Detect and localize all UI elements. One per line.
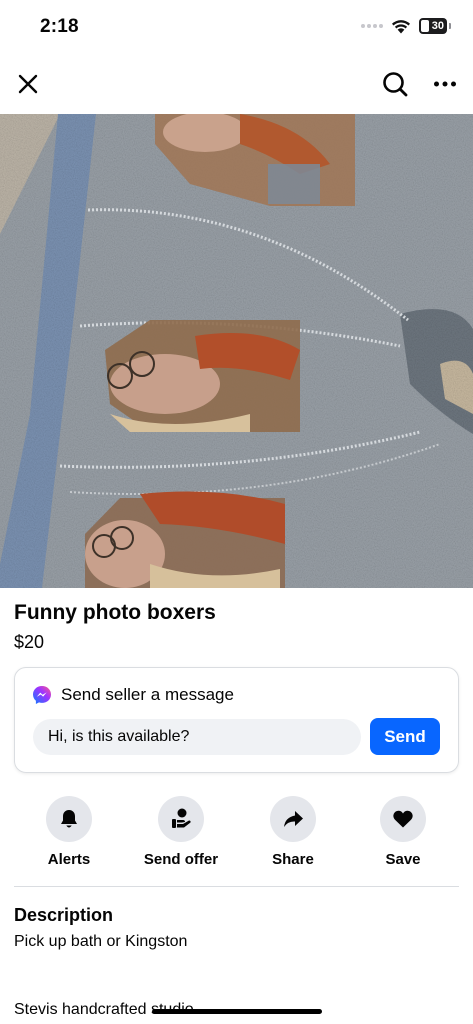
save-button[interactable]: Save [348, 796, 458, 868]
close-button[interactable] [12, 68, 44, 100]
description-text: Pick up bath or Kingston [14, 933, 188, 950]
messenger-icon [33, 686, 51, 704]
wifi-icon [392, 19, 410, 33]
status-bar: 2:18 30 [0, 0, 473, 56]
alerts-label: Alerts [47, 851, 91, 868]
offer-icon [172, 808, 191, 828]
battery-level: 30 [431, 20, 444, 32]
share-label: Share [272, 851, 314, 868]
description-heading: Description [14, 905, 114, 925]
send-offer-label: Send offer [143, 851, 219, 868]
listing-title: Funny photo boxers [14, 601, 216, 624]
search-icon [383, 72, 408, 97]
cellular-signal-icon [361, 24, 383, 28]
close-icon [18, 74, 38, 94]
listing-image [0, 114, 473, 588]
battery-icon: 30 [419, 18, 447, 34]
action-buttons-row: Alerts Send offer Share Save [0, 796, 473, 876]
listing-price: $20 [14, 632, 45, 652]
message-input[interactable]: Hi, is this available? [33, 719, 361, 755]
send-button[interactable]: Send [370, 718, 440, 755]
heart-icon [393, 810, 413, 828]
top-nav [0, 58, 473, 110]
send-message-card: Send seller a message Hi, is this availa… [14, 667, 459, 773]
printed-face-2 [105, 320, 300, 432]
message-input-text: Hi, is this available? [48, 728, 190, 745]
alerts-button[interactable]: Alerts [14, 796, 124, 868]
message-card-header: Send seller a message [32, 685, 234, 705]
section-divider [14, 886, 459, 887]
listing-photo[interactable] [0, 114, 473, 588]
search-button[interactable] [379, 68, 411, 100]
printed-face-3 [85, 491, 285, 588]
more-horizontal-icon [434, 81, 456, 87]
status-time: 2:18 [40, 16, 79, 37]
home-indicator[interactable] [152, 1009, 322, 1014]
share-arrow-icon [284, 811, 303, 827]
message-card-heading: Send seller a message [61, 685, 234, 704]
share-button[interactable]: Share [238, 796, 348, 868]
more-options-button[interactable] [429, 68, 461, 100]
bell-icon [61, 810, 77, 828]
save-label: Save [385, 851, 421, 868]
send-offer-button[interactable]: Send offer [126, 796, 236, 868]
status-icons: 30 [361, 18, 451, 34]
